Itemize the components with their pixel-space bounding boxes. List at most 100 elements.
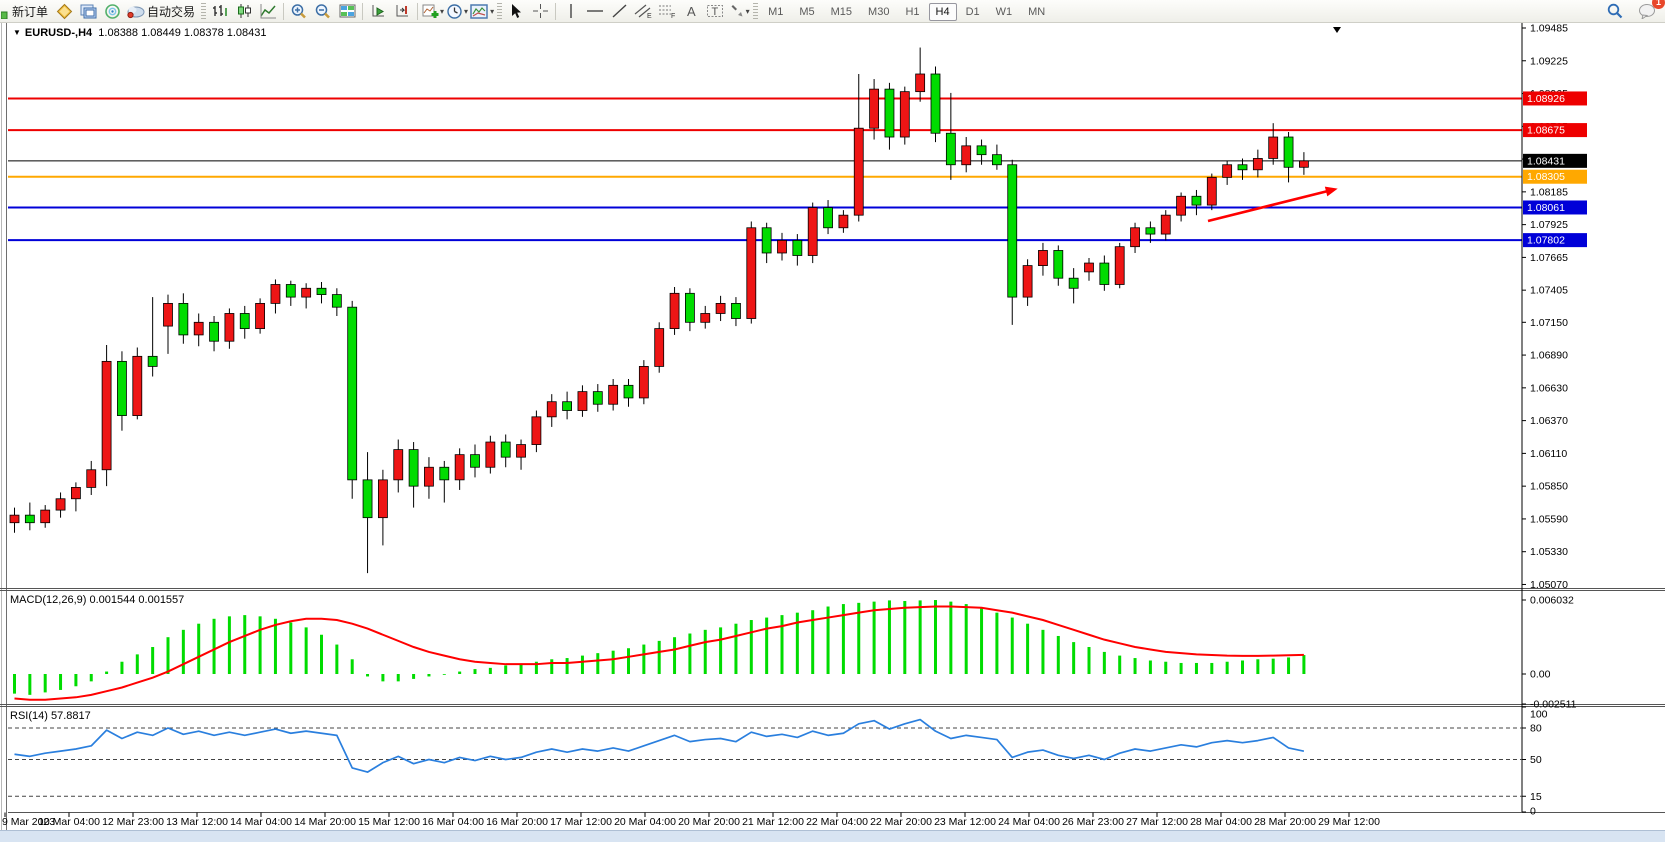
timeframe-button-W1[interactable]: W1: [989, 3, 1020, 21]
zoom-out-icon[interactable]: [311, 1, 335, 21]
chevron-down-icon: ▾: [464, 7, 468, 16]
svg-text:26 Mar 23:00: 26 Mar 23:00: [1062, 816, 1124, 828]
svg-text:27 Mar 12:00: 27 Mar 12:00: [1126, 816, 1188, 828]
svg-text:1.07405: 1.07405: [1530, 285, 1568, 297]
svg-text:1.08675: 1.08675: [1527, 125, 1565, 137]
candlestick-chart-icon[interactable]: [232, 1, 256, 21]
svg-text:E: E: [647, 13, 652, 19]
new-order-button[interactable]: 新订单: [10, 1, 52, 21]
svg-text:50: 50: [1530, 754, 1542, 766]
svg-text:1.09225: 1.09225: [1530, 55, 1568, 67]
svg-text:16 Mar 04:00: 16 Mar 04:00: [422, 816, 484, 828]
svg-text:F: F: [671, 13, 675, 19]
app-icon: [0, 1, 10, 21]
svg-text:0: 0: [1530, 806, 1536, 818]
timeframe-button-M1[interactable]: M1: [761, 3, 790, 21]
line-chart-icon[interactable]: [256, 1, 280, 21]
svg-text:1.08305: 1.08305: [1527, 171, 1565, 183]
svg-text:1.07802: 1.07802: [1527, 235, 1565, 247]
svg-text:0.006032: 0.006032: [1530, 595, 1574, 607]
chart-ohlc-title: ▼EURUSD-,H4 1.08388 1.08449 1.08378 1.08…: [13, 27, 267, 39]
svg-text:1.05850: 1.05850: [1530, 481, 1568, 493]
market-depth-icon[interactable]: [100, 1, 124, 21]
timeframe-button-H1[interactable]: H1: [898, 3, 926, 21]
text-label-icon[interactable]: T: [703, 1, 727, 21]
svg-text:14 Mar 04:00: 14 Mar 04:00: [230, 816, 292, 828]
svg-text:1.06630: 1.06630: [1530, 382, 1568, 394]
svg-text:16 Mar 20:00: 16 Mar 20:00: [486, 816, 548, 828]
svg-text:28 Mar 04:00: 28 Mar 04:00: [1190, 816, 1252, 828]
svg-text:80: 80: [1530, 723, 1542, 735]
svg-text:1.05330: 1.05330: [1530, 546, 1568, 558]
chart-window[interactable]: 1.094851.092251.089651.087051.084451.081…: [0, 0, 1665, 842]
rsi-indicator-label: RSI(14) 57.8817: [10, 710, 91, 722]
auto-scroll-icon[interactable]: [366, 1, 390, 21]
svg-text:20 Mar 04:00: 20 Mar 04:00: [614, 816, 676, 828]
svg-text:1.08061: 1.08061: [1527, 202, 1565, 214]
timeframe-button-M30[interactable]: M30: [861, 3, 896, 21]
svg-text:100: 100: [1530, 709, 1548, 721]
svg-text:21 Mar 12:00: 21 Mar 12:00: [742, 816, 804, 828]
text-icon[interactable]: A: [679, 1, 703, 21]
indicators-icon[interactable]: ▾: [421, 1, 445, 21]
cursor-icon[interactable]: [504, 1, 528, 21]
equidistant-channel-icon[interactable]: E: [631, 1, 655, 21]
svg-text:17 Mar 12:00: 17 Mar 12:00: [550, 816, 612, 828]
svg-text:22 Mar 20:00: 22 Mar 20:00: [870, 816, 932, 828]
toolbar: 新订单 自动交易 ▾ ▾: [0, 0, 1665, 23]
toolbar-grip[interactable]: [753, 3, 758, 19]
svg-text:A: A: [687, 4, 696, 19]
svg-text:1.07925: 1.07925: [1530, 219, 1568, 231]
chevron-down-icon: ▾: [490, 7, 494, 16]
fibonacci-icon[interactable]: F: [655, 1, 679, 21]
svg-text:28 Mar 20:00: 28 Mar 20:00: [1254, 816, 1316, 828]
horizontal-line-icon[interactable]: [583, 1, 607, 21]
timeframe-button-M15[interactable]: M15: [824, 3, 859, 21]
autotrading-button[interactable]: 自动交易: [124, 1, 199, 21]
toolbar-separator: [283, 3, 284, 20]
toolbar-grip[interactable]: [497, 3, 502, 19]
crosshair-icon[interactable]: [528, 1, 552, 21]
svg-text:14 Mar 20:00: 14 Mar 20:00: [294, 816, 356, 828]
svg-text:1.06370: 1.06370: [1530, 415, 1568, 427]
bar-chart-icon[interactable]: [208, 1, 232, 21]
svg-text:0.00: 0.00: [1530, 669, 1551, 681]
vertical-line-icon[interactable]: [559, 1, 583, 21]
search-icon[interactable]: [1603, 1, 1627, 21]
zoom-in-icon[interactable]: [287, 1, 311, 21]
timeframe-button-D1[interactable]: D1: [959, 3, 987, 21]
new-order-label: 新订单: [12, 3, 48, 20]
svg-text:T: T: [712, 6, 719, 18]
svg-text:1.05070: 1.05070: [1530, 579, 1568, 591]
toolbar-grip[interactable]: [201, 3, 206, 19]
svg-text:15: 15: [1530, 791, 1542, 803]
svg-text:13 Mar 12:00: 13 Mar 12:00: [166, 816, 228, 828]
periods-icon[interactable]: ▾: [445, 1, 469, 21]
svg-text:1.08431: 1.08431: [1527, 155, 1565, 167]
svg-text:12 Mar 23:00: 12 Mar 23:00: [102, 816, 164, 828]
symbol-period-label: EURUSD-,H4: [25, 27, 92, 39]
timeframe-button-M5[interactable]: M5: [792, 3, 821, 21]
chat-icon[interactable]: 1: [1635, 1, 1659, 21]
arrows-icon[interactable]: ▾: [727, 1, 751, 21]
svg-text:15 Mar 12:00: 15 Mar 12:00: [358, 816, 420, 828]
chart-canvas[interactable]: 1.094851.092251.089651.087051.084451.081…: [0, 0, 1665, 842]
profiles-icon[interactable]: [76, 1, 100, 21]
tile-windows-icon[interactable]: [335, 1, 359, 21]
chevron-down-icon: ▾: [440, 7, 444, 16]
trendline-icon[interactable]: [607, 1, 631, 21]
svg-text:20 Mar 20:00: 20 Mar 20:00: [678, 816, 740, 828]
timeframe-button-MN[interactable]: MN: [1021, 3, 1052, 21]
new-chart-icon[interactable]: [52, 1, 76, 21]
svg-text:1.07150: 1.07150: [1530, 317, 1568, 329]
svg-text:1.06110: 1.06110: [1530, 448, 1567, 460]
svg-text:1.06890: 1.06890: [1530, 350, 1568, 362]
expand-arrow-icon[interactable]: ▼: [13, 28, 21, 37]
toolbar-separator: [362, 3, 363, 20]
templates-icon[interactable]: ▾: [469, 1, 495, 21]
toolbar-separator: [417, 3, 418, 20]
svg-text:10 Mar 04:00: 10 Mar 04:00: [38, 816, 100, 828]
timeframe-button-H4[interactable]: H4: [929, 3, 957, 21]
autotrading-label: 自动交易: [147, 3, 195, 20]
chart-shift-icon[interactable]: [390, 1, 414, 21]
